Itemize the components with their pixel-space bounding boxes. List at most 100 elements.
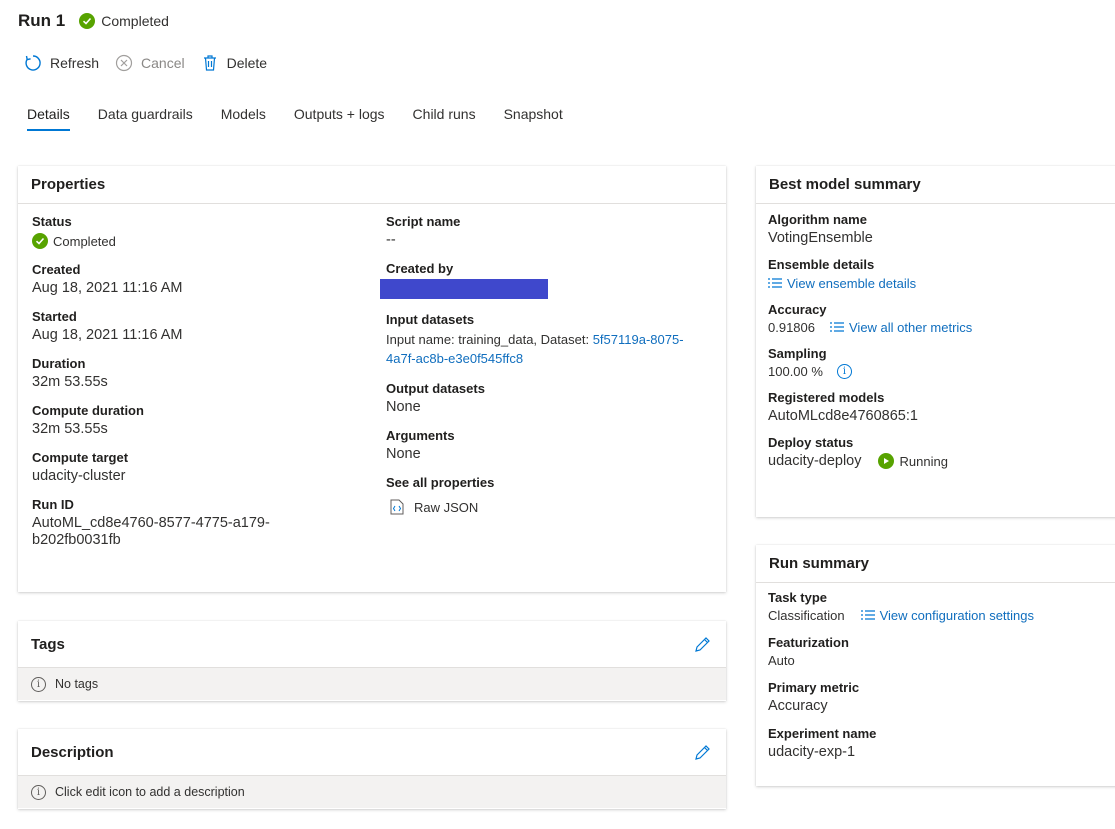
sampling-field: Sampling 100.00 % i	[768, 346, 1108, 379]
accuracy-value: 0.91806	[768, 320, 815, 335]
primary-metric-field: Primary metric Accuracy	[768, 680, 1108, 714]
sampling-value: 100.00 %	[768, 364, 823, 379]
list-icon	[768, 276, 782, 291]
description-title: Description	[31, 743, 114, 761]
best-model-fields: Algorithm name VotingEnsemble Ensemble d…	[768, 212, 1108, 480]
started-value: Aug 18, 2021 11:16 AM	[32, 327, 183, 343]
experiment-label: Experiment name	[768, 726, 877, 741]
tab-snapshot[interactable]: Snapshot	[504, 106, 563, 131]
ensemble-label: Ensemble details	[768, 257, 875, 272]
page-title: Run 1	[18, 11, 66, 30]
play-icon	[877, 453, 894, 469]
cancel-label: Cancel	[141, 55, 185, 71]
view-metrics-link[interactable]: View all other metrics	[830, 320, 972, 335]
compute-duration-value: 32m 53.55s	[32, 421, 108, 437]
view-config-link[interactable]: View configuration settings	[860, 608, 1035, 623]
compute-duration-label: Compute duration	[32, 403, 144, 418]
created-by-field: Created by	[380, 261, 716, 299]
script-name-field: Script name --	[386, 214, 716, 248]
created-field: Created Aug 18, 2021 11:16 AM	[32, 262, 352, 296]
run-summary-card: Run summary Task type Classification Vie…	[756, 545, 1115, 786]
tab-details[interactable]: Details	[27, 106, 70, 131]
accuracy-row: 0.91806 View all other metrics	[768, 320, 1108, 335]
raw-json-label: Raw JSON	[414, 499, 479, 515]
experiment-value: udacity-exp-1	[768, 744, 856, 760]
tags-title: Tags	[31, 635, 65, 653]
status-field: Status Completed	[32, 214, 352, 249]
algorithm-link[interactable]: VotingEnsemble	[768, 230, 1108, 246]
check-icon	[79, 13, 96, 29]
input-datasets-prefix: Input name: training_data, Dataset:	[386, 332, 593, 347]
refresh-label: Refresh	[50, 55, 100, 71]
refresh-icon	[24, 54, 42, 72]
redacted-user	[380, 279, 548, 299]
compute-target-label: Compute target	[32, 450, 129, 465]
trash-icon	[201, 54, 219, 72]
created-by-label: Created by	[386, 261, 454, 276]
registered-model-link[interactable]: AutoMLcd8e4760865:1	[768, 408, 1108, 424]
experiment-field: Experiment name udacity-exp-1	[768, 726, 1108, 760]
view-ensemble-link[interactable]: View ensemble details	[768, 276, 916, 291]
task-type-value: Classification	[768, 608, 845, 623]
duration-field: Duration 32m 53.55s	[32, 356, 352, 390]
code-file-icon	[390, 499, 404, 515]
tab-data-guardrails[interactable]: Data guardrails	[98, 106, 193, 131]
tab-child-runs[interactable]: Child runs	[413, 106, 476, 131]
input-datasets-field: Input datasets Input name: training_data…	[386, 312, 716, 368]
accuracy-label: Accuracy	[768, 302, 827, 317]
created-label: Created	[32, 262, 81, 277]
status-value-row: Completed	[32, 233, 352, 249]
accuracy-field: Accuracy 0.91806 View all other metrics	[768, 302, 1108, 335]
dataset-link[interactable]: 5f57119a-8075-	[593, 332, 684, 347]
compute-duration-field: Compute duration 32m 53.55s	[32, 403, 352, 437]
delete-button[interactable]: Delete	[201, 52, 267, 74]
properties-left-column: Status Completed Created Aug 18, 2021 11…	[32, 214, 352, 561]
featurization-value: Auto	[768, 653, 795, 668]
run-header: Run 1 Completed	[18, 11, 169, 31]
properties-right-column: Script name -- Created by Input datasets…	[380, 214, 716, 528]
primary-metric-value: Accuracy	[768, 698, 828, 714]
ensemble-field: Ensemble details View ensemble details	[768, 257, 1108, 291]
edit-description-icon[interactable]	[694, 744, 711, 761]
status-value: Completed	[53, 233, 116, 249]
info-icon[interactable]: i	[836, 364, 852, 379]
created-value: Aug 18, 2021 11:16 AM	[32, 280, 183, 296]
command-bar: Refresh Cancel Delete	[24, 52, 283, 74]
deploy-link[interactable]: udacity-deploy	[768, 453, 862, 469]
refresh-button[interactable]: Refresh	[24, 52, 99, 74]
description-card: Description i Click edit icon to add a d…	[18, 729, 726, 809]
input-datasets-value: Input name: training_data, Dataset: 5f57…	[386, 330, 716, 368]
compute-target-field: Compute target udacity-cluster	[32, 450, 352, 484]
tab-models[interactable]: Models	[221, 106, 266, 131]
properties-card: Properties Status Completed Created Aug …	[18, 166, 726, 592]
description-hint-bar: i Click edit icon to add a description	[18, 776, 726, 808]
input-datasets-label: Input datasets	[386, 312, 475, 327]
cancel-icon	[115, 54, 133, 72]
registered-models-field: Registered models AutoMLcd8e4760865:1	[768, 390, 1108, 424]
raw-json-link[interactable]: Raw JSON	[390, 499, 716, 515]
tags-empty-text: No tags	[55, 677, 99, 691]
sampling-label: Sampling	[768, 346, 827, 361]
see-all-field: See all properties Raw JSON	[386, 475, 716, 515]
edit-tags-icon[interactable]	[694, 636, 711, 653]
view-config-label: View configuration settings	[879, 608, 1035, 623]
list-icon	[830, 320, 844, 335]
tab-outputs-logs[interactable]: Outputs + logs	[294, 106, 385, 131]
view-metrics-label: View all other metrics	[849, 320, 973, 335]
status-badge: Completed	[79, 13, 169, 29]
tags-card: Tags i No tags	[18, 621, 726, 701]
deploy-status-label: Deploy status	[768, 435, 854, 450]
cancel-button[interactable]: Cancel	[115, 52, 185, 74]
deploy-status-field: Deploy status udacity-deploy Running	[768, 435, 1108, 469]
script-name-label: Script name	[386, 214, 461, 229]
view-ensemble-label: View ensemble details	[787, 276, 917, 291]
info-icon: i	[31, 784, 46, 800]
best-model-title: Best model summary	[756, 166, 1115, 204]
task-type-row: Classification View configuration settin…	[768, 608, 1108, 623]
algorithm-label: Algorithm name	[768, 212, 867, 227]
compute-target-link[interactable]: udacity-cluster	[32, 468, 352, 484]
tags-header: Tags	[18, 621, 726, 668]
tags-empty-bar: i No tags	[18, 668, 726, 700]
dataset-link-continued[interactable]: 4a7f-ac8b-e3e0f545ffc8	[386, 351, 523, 366]
arguments-value: None	[386, 446, 421, 462]
